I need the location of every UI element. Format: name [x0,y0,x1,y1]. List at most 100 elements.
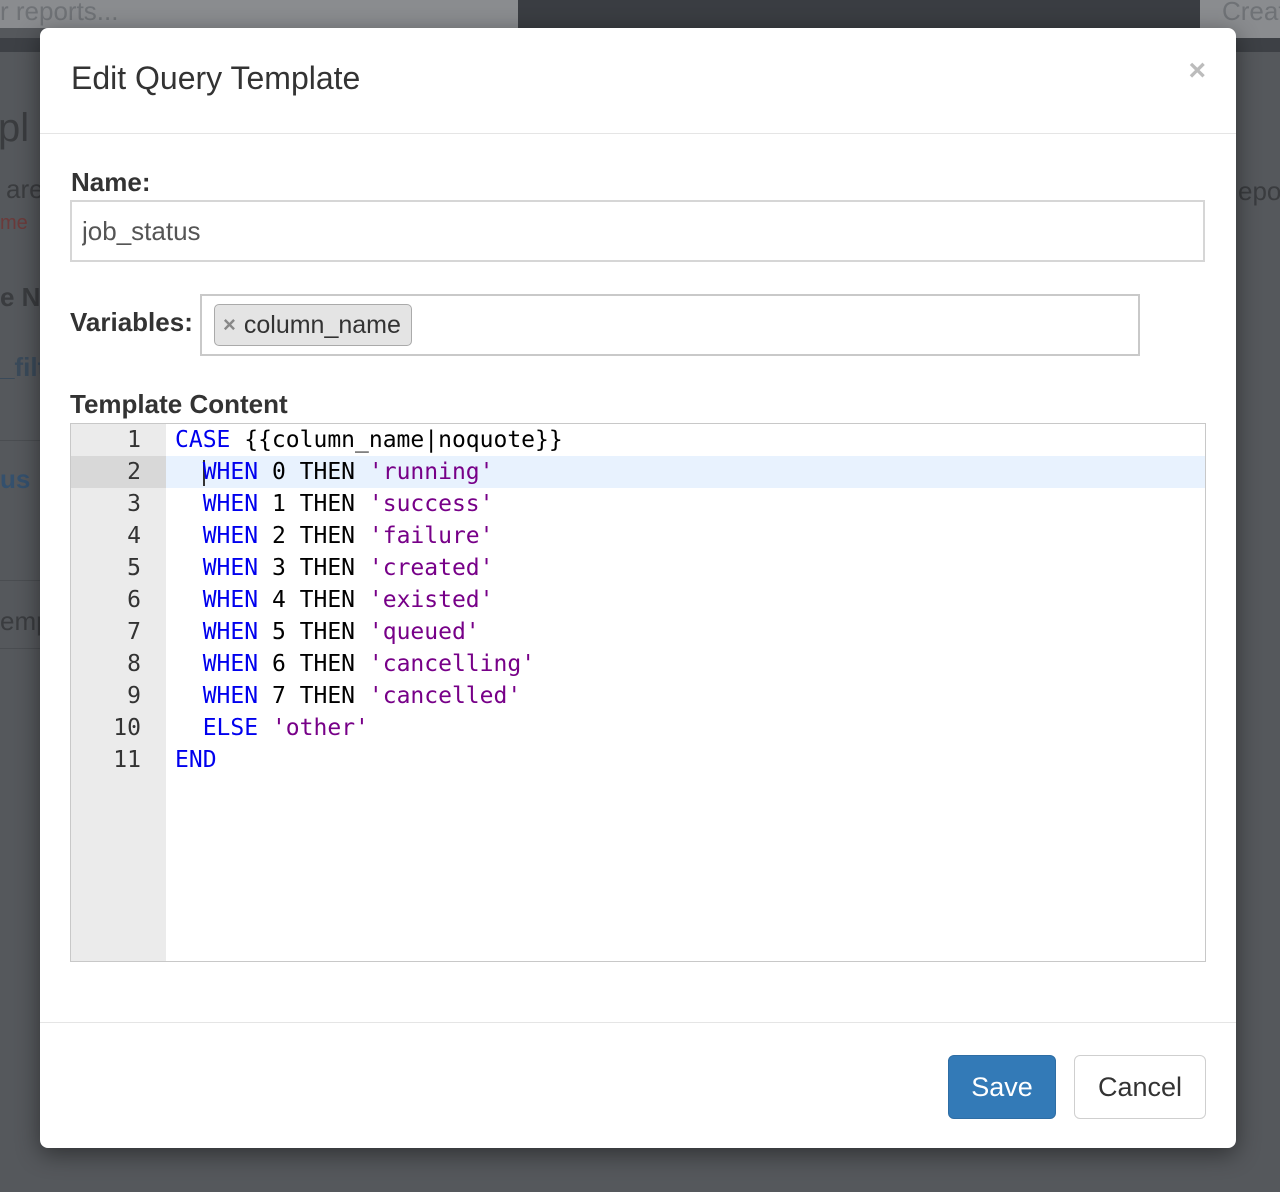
code-text: WHEN 6 THEN 'cancelling' [175,648,535,680]
name-label: Name: [71,167,151,197]
code-plain [258,715,272,741]
code-text: WHEN 2 THEN 'failure' [175,520,494,552]
background-text: me [0,212,28,234]
code-keyword: WHEN [202,587,259,613]
background-header [518,0,1200,28]
variable-tag-label: column_name [243,310,401,339]
line-number: 2 [71,456,166,488]
background-divider [0,648,40,649]
background-search-placeholder: r reports... [0,0,119,26]
code-text: CASE {{column_name|noquote}} [175,424,563,456]
close-icon[interactable]: × [1188,56,1206,86]
save-button[interactable]: Save [948,1055,1056,1119]
line-number: 7 [127,619,141,645]
code-line[interactable]: 8 WHEN 6 THEN 'cancelling' [71,648,1205,680]
background-text: us [0,464,31,494]
code-keyword: WHEN [202,459,259,485]
code-plain: 7 THEN [258,683,369,709]
code-plain: 2 THEN [258,523,369,549]
code-keyword: WHEN [202,491,259,517]
background-text: are [6,174,44,204]
line-number: 9 [127,683,141,709]
background-search-bar: r reports... [0,0,518,28]
background-text: pl [0,106,30,150]
background-create-label: Creat [1222,0,1280,26]
line-number: 3 [127,491,141,517]
code-plain: {{column_name|noquote}} [230,427,563,453]
code-text: WHEN 1 THEN 'success' [175,488,494,520]
code-line[interactable]: 4 WHEN 2 THEN 'failure' [71,520,1205,552]
code-keyword: WHEN [202,619,259,645]
code-text: END [175,744,217,776]
code-text: WHEN 5 THEN 'queued' [175,616,480,648]
line-number: 6 [127,587,141,613]
code-string: 'cancelled' [368,683,522,709]
code-string: 'failure' [368,523,494,549]
code-text: ELSE 'other' [175,712,369,744]
code-keyword: WHEN [202,651,259,677]
background-text: epor [1238,176,1280,206]
code-text: WHEN 7 THEN 'cancelled' [175,680,522,712]
background-divider [0,580,40,581]
code-plain: 1 THEN [258,491,369,517]
code-keyword: WHEN [202,555,259,581]
code-line[interactable]: 9 WHEN 7 THEN 'cancelled' [71,680,1205,712]
code-line[interactable]: 6 WHEN 4 THEN 'existed' [71,584,1205,616]
code-string: 'queued' [368,619,480,645]
line-number: 5 [127,555,141,581]
remove-tag-icon[interactable]: × [223,312,236,338]
line-number: 1 [127,427,141,453]
code-string: 'success' [368,491,494,517]
code-editor[interactable]: 1 CASE {{column_name|noquote}} 2 WHEN 0 TH… [70,423,1206,962]
edit-query-template-modal: Edit Query Template × Name: Variables: ×… [40,28,1236,1148]
code-line[interactable]: 11 END [71,744,1205,776]
code-string: 'cancelling' [368,651,536,677]
code-text: WHEN 3 THEN 'created' [175,552,494,584]
code-text: WHEN 4 THEN 'existed' [175,584,494,616]
variables-input[interactable]: × column_name [200,294,1140,356]
code-keyword: END [175,747,217,773]
background-text: e N [0,282,41,312]
modal-title: Edit Query Template [71,60,361,96]
code-string: 'created' [368,555,494,581]
code-string: 'running' [368,459,494,485]
code-keyword: ELSE [202,715,259,741]
code-plain: 3 THEN [258,555,369,581]
code-string: 'other' [271,715,369,741]
code-keyword: CASE [175,427,231,453]
line-number: 4 [127,523,141,549]
line-number: 11 [113,747,141,773]
cancel-button[interactable]: Cancel [1074,1055,1206,1119]
code-string: 'existed' [368,587,494,613]
code-line[interactable]: 7 WHEN 5 THEN 'queued' [71,616,1205,648]
code-plain: 6 THEN [258,651,369,677]
code-line[interactable]: 1 CASE {{column_name|noquote}} [71,424,1205,456]
template-content-label: Template Content [70,389,288,419]
code-plain: 4 THEN [258,587,369,613]
code-line[interactable]: 5 WHEN 3 THEN 'created' [71,552,1205,584]
code-text: WHEN 0 THEN 'running' [175,456,494,488]
modal-header: Edit Query Template × [40,28,1236,134]
code-line[interactable]: 3 WHEN 1 THEN 'success' [71,488,1205,520]
name-input[interactable] [70,200,1205,262]
line-number: 8 [127,651,141,677]
code-plain: 5 THEN [258,619,369,645]
code-plain: 0 THEN [258,459,369,485]
variables-label: Variables: [70,307,193,337]
code-line[interactable]: 10 ELSE 'other' [71,712,1205,744]
code-keyword: WHEN [202,523,259,549]
code-line[interactable]: 2 WHEN 0 THEN 'running' [71,456,1205,488]
variable-tag: × column_name [214,304,412,346]
line-number: 10 [113,715,141,741]
background-divider [0,440,40,441]
modal-footer: Save Cancel [40,1022,1236,1149]
